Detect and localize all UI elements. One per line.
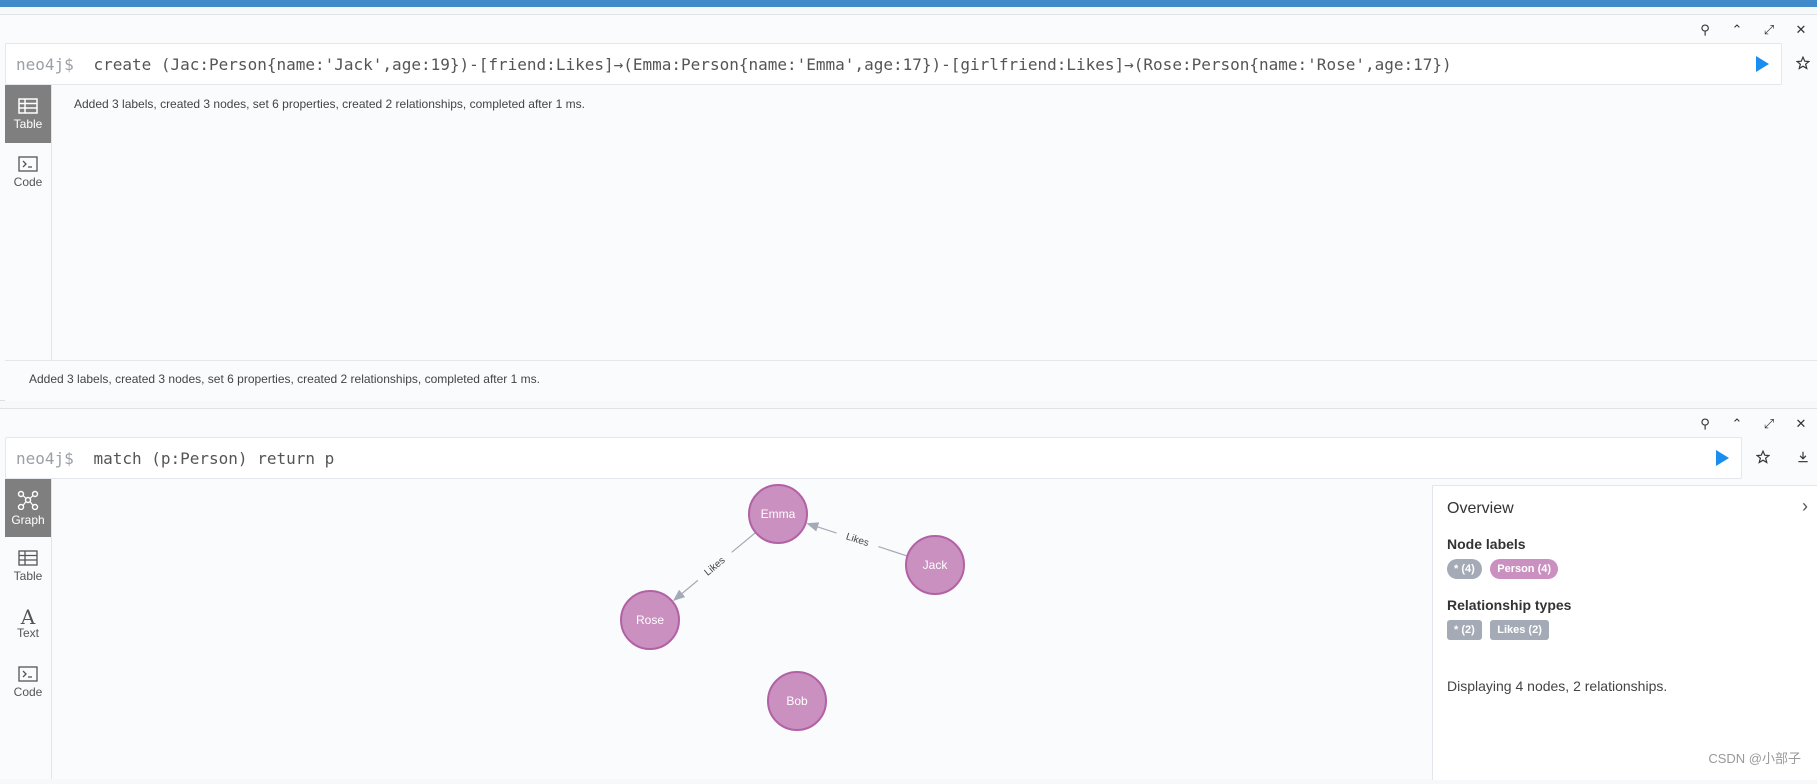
tab-table[interactable]: Table bbox=[5, 85, 51, 143]
editor-prompt: neo4j$ bbox=[16, 448, 74, 468]
result-frame-match: ⚲ ⌃ ⤢ ✕ neo4j$ match (p:Person) return p… bbox=[0, 408, 1817, 780]
run-button[interactable] bbox=[1756, 56, 1769, 72]
collapse-icon[interactable]: ⌃ bbox=[1721, 415, 1753, 433]
frame2-sidebar: Graph Table A Text Code bbox=[5, 479, 52, 779]
pin-icon[interactable]: ⚲ bbox=[1689, 21, 1721, 39]
collapse-icon[interactable]: ⌃ bbox=[1721, 21, 1753, 39]
graph-node-label: Bob bbox=[786, 694, 808, 708]
editor-command[interactable]: create (Jac:Person{name:'Jack',age:19})-… bbox=[93, 55, 1451, 74]
overview-panel: Overview › Node labels * (4) Person (4) … bbox=[1432, 485, 1817, 780]
graph-canvas[interactable]: Likes Likes Emma Jack Rose Bob bbox=[51, 477, 1431, 779]
close-icon[interactable]: ✕ bbox=[1785, 415, 1817, 433]
star-icon[interactable] bbox=[1791, 51, 1815, 75]
fullscreen-icon[interactable]: ⤢ bbox=[1753, 21, 1785, 39]
tab-graph[interactable]: Graph bbox=[5, 479, 51, 537]
relationship-label: Likes bbox=[844, 531, 870, 549]
tab-text-label: Text bbox=[16, 626, 39, 640]
chevron-right-icon[interactable]: › bbox=[1802, 496, 1808, 517]
graph-node-label: Rose bbox=[636, 613, 664, 627]
watermark: CSDN @小部子 bbox=[1708, 751, 1801, 766]
code-icon bbox=[18, 155, 38, 172]
editor-command[interactable]: match (p:Person) return p bbox=[93, 449, 334, 468]
editor-prompt: neo4j$ bbox=[16, 54, 74, 74]
tab-table-label: Table bbox=[13, 116, 43, 131]
top-accent-bar bbox=[0, 0, 1817, 7]
relationship-label: Likes bbox=[703, 555, 728, 578]
relationship-line[interactable] bbox=[878, 546, 908, 557]
download-icon[interactable] bbox=[1791, 445, 1815, 469]
overview-summary: Displaying 4 nodes, 2 relationships. bbox=[1447, 678, 1668, 694]
result-message: Added 3 labels, created 3 nodes, set 6 p… bbox=[74, 97, 585, 111]
node-labels-heading: Node labels bbox=[1447, 536, 1526, 552]
frame-controls: ⚲ ⌃ ⤢ ✕ bbox=[1689, 415, 1817, 433]
tab-table[interactable]: Table bbox=[5, 537, 51, 595]
table-icon bbox=[18, 97, 38, 114]
graph-svg[interactable]: Likes Likes Emma Jack Rose Bob bbox=[51, 477, 1431, 779]
tab-code[interactable]: Code bbox=[5, 143, 51, 201]
tab-code-label: Code bbox=[13, 174, 43, 189]
tab-code-label: Code bbox=[13, 684, 43, 699]
node-label-pill-all[interactable]: * (4) bbox=[1447, 559, 1482, 579]
star-icon[interactable] bbox=[1751, 445, 1775, 469]
tab-code[interactable]: Code bbox=[5, 653, 51, 711]
status-bar: Added 3 labels, created 3 nodes, set 6 p… bbox=[5, 360, 1817, 401]
result-frame-create: ⚲ ⌃ ⤢ ✕ neo4j$ create (Jac:Person{name:'… bbox=[0, 14, 1817, 401]
relationship-types-list: * (2) Likes (2) bbox=[1447, 620, 1553, 640]
relationship-line[interactable] bbox=[731, 532, 757, 553]
graph-node-label: Emma bbox=[761, 507, 796, 521]
tab-graph-label: Graph bbox=[11, 512, 45, 527]
overview-title: Overview bbox=[1447, 500, 1514, 517]
relationship-arrow[interactable] bbox=[672, 579, 699, 601]
table-icon bbox=[18, 549, 38, 566]
tab-text[interactable]: A Text bbox=[5, 595, 51, 653]
rel-type-pill-likes[interactable]: Likes (2) bbox=[1490, 620, 1549, 640]
status-message: Added 3 labels, created 3 nodes, set 6 p… bbox=[29, 372, 540, 386]
text-icon: A bbox=[20, 605, 36, 629]
code-icon bbox=[18, 665, 38, 682]
frame1-sidebar: Table Code bbox=[5, 85, 52, 360]
graph-node-label: Jack bbox=[923, 558, 949, 572]
frame-controls: ⚲ ⌃ ⤢ ✕ bbox=[1689, 21, 1817, 39]
tab-table-label: Table bbox=[13, 568, 43, 583]
relationship-arrow[interactable] bbox=[806, 522, 837, 534]
run-button[interactable] bbox=[1716, 450, 1729, 466]
query-editor[interactable]: neo4j$ create (Jac:Person{name:'Jack',ag… bbox=[5, 43, 1782, 85]
pin-icon[interactable]: ⚲ bbox=[1689, 415, 1721, 433]
close-icon[interactable]: ✕ bbox=[1785, 21, 1817, 39]
node-label-pill-person[interactable]: Person (4) bbox=[1490, 559, 1559, 579]
relationship-types-heading: Relationship types bbox=[1447, 597, 1572, 613]
rel-type-pill-all[interactable]: * (2) bbox=[1447, 620, 1482, 640]
graph-icon bbox=[17, 490, 39, 510]
fullscreen-icon[interactable]: ⤢ bbox=[1753, 415, 1785, 433]
node-labels-list: * (4) Person (4) bbox=[1447, 559, 1562, 579]
query-editor[interactable]: neo4j$ match (p:Person) return p bbox=[5, 437, 1742, 479]
